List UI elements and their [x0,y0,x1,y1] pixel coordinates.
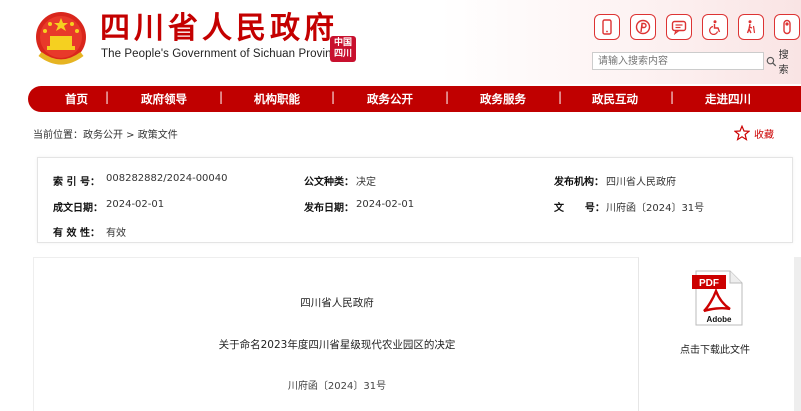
pdf-file-icon[interactable]: PDF Adobe [690,269,746,327]
published-date-value: 2024-02-01 [356,199,415,210]
validity-label: 有 效 性： [53,228,100,239]
pdf-badge-text: PDF [699,278,719,289]
star-icon [734,125,750,141]
nav-separator: | [219,90,224,104]
document-meta-box: 索 引 号： 008282882/2024-00040 公文种类： 决定 发布机… [37,157,793,243]
search-button-label: 搜 索 [778,50,789,76]
site-title: 四川省人民政府 [100,11,338,46]
nav-item-home[interactable]: 首页 [65,91,88,107]
search-input[interactable] [592,52,764,70]
nav-item-about-sichuan[interactable]: 走进四川 [705,91,751,107]
document-title: 关于命名2023年度四川省星级现代农业园区的决定 [218,339,456,351]
nav-separator: | [670,90,675,104]
search-icon [766,56,777,66]
breadcrumb: 当前位置：政务公开 > 政策文件 [33,130,178,141]
created-date-value: 2024-02-01 [106,199,165,210]
nav-item-public-affairs[interactable]: 政务公开 [367,91,413,107]
favorite-button[interactable]: 收藏 [734,125,774,141]
attachment-panel: PDF Adobe 点击下载此文件 [650,257,790,411]
favorite-label: 收藏 [754,129,774,141]
nav-separator: | [105,90,110,104]
toggle-icon[interactable] [774,14,800,40]
top-icon-row [594,14,800,40]
created-date-label: 成文日期： [53,203,103,214]
sichuan-seal-logo: 中国 四川 [330,36,356,62]
scrollbar[interactable] [794,257,801,411]
doc-type-label: 公文种类： [304,177,354,188]
chat-icon[interactable] [666,14,692,40]
main-nav: 首页 | 政府领导 | 机构职能 | 政务公开 | 政务服务 | 政民互动 | … [28,86,801,112]
national-emblem-icon [36,12,86,65]
adobe-text: Adobe [707,315,732,324]
document-content: 四川省人民政府 关于命名2023年度四川省星级现代农业园区的决定 川府函〔202… [33,257,639,411]
index-number-value: 008282882/2024-00040 [106,173,228,184]
published-date-label: 发布日期： [304,203,354,214]
nav-item-leaders[interactable]: 政府领导 [141,91,187,107]
site-header: 四川省人民政府 The People's Government of Sichu… [0,0,801,84]
agency-label: 发布机构： [554,177,604,188]
nav-item-interaction[interactable]: 政民互动 [592,91,638,107]
elderly-icon[interactable] [738,14,764,40]
document-issuer: 四川省人民政府 [300,297,374,309]
search-button[interactable]: 搜 索 [766,50,801,76]
nav-separator: | [445,90,450,104]
agency-value: 四川省人民政府 [606,177,676,188]
mobile-icon[interactable] [594,14,620,40]
site-subtitle: The People's Government of Sichuan Provi… [101,48,345,60]
download-link[interactable]: 点击下载此文件 [650,341,780,356]
validity-value: 有效 [106,228,126,239]
nav-item-functions[interactable]: 机构职能 [254,91,300,107]
doc-type-value: 决定 [356,177,376,188]
nav-separator: | [331,90,336,104]
index-number-label: 索 引 号： [53,177,100,188]
nav-separator: | [558,90,563,104]
accessibility-icon[interactable] [702,14,728,40]
doc-number-value: 川府函〔2024〕31号 [606,203,705,214]
doc-number-label: 文 号： [554,203,605,214]
pinterest-icon[interactable] [630,14,656,40]
nav-item-services[interactable]: 政务服务 [480,91,526,107]
document-number: 川府函〔2024〕31号 [287,381,387,392]
